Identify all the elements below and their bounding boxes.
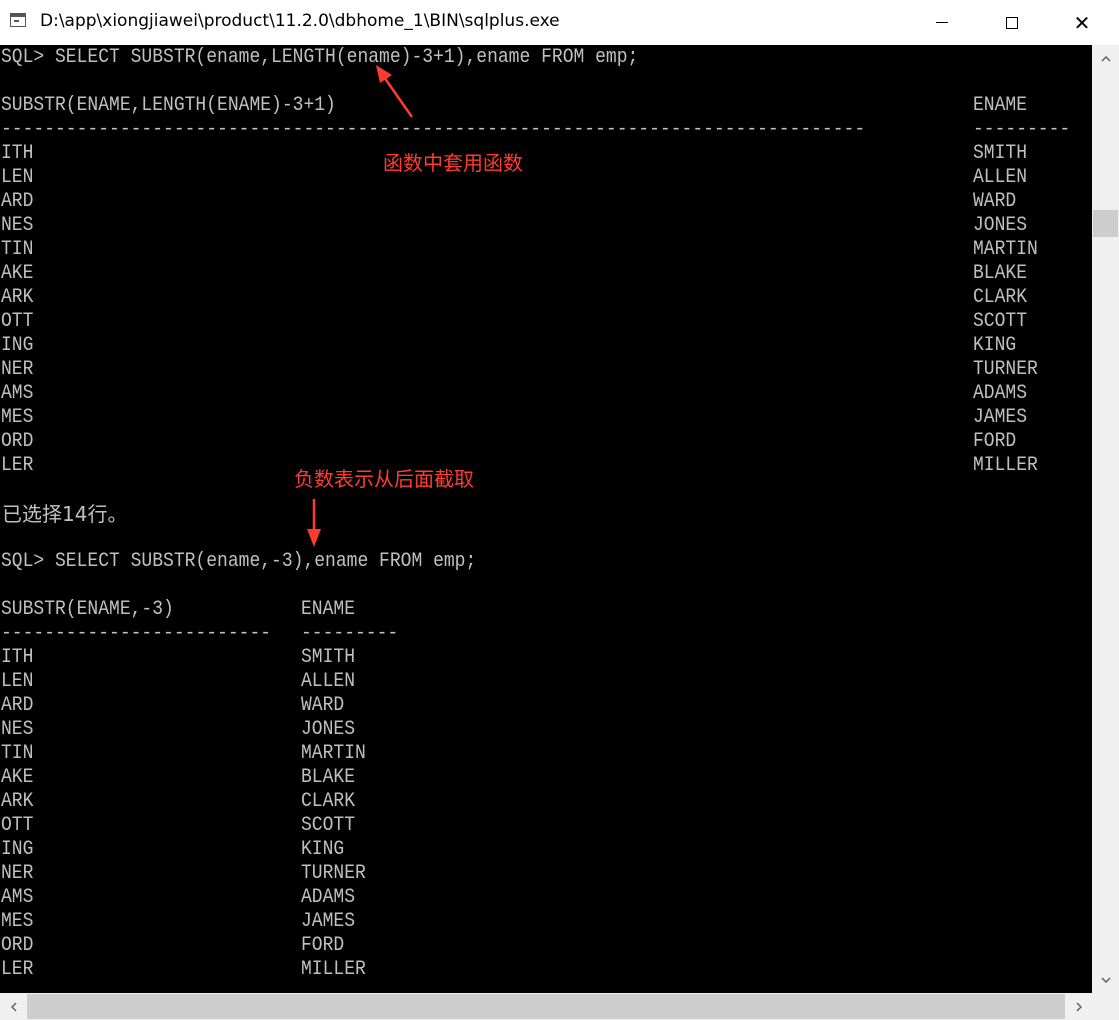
q1-col2-underline: --------- <box>973 118 1071 141</box>
q2-row-substr: LEN <box>1 670 34 693</box>
chevron-left-icon <box>10 1001 17 1012</box>
annotation-arrow-up-icon <box>376 65 414 118</box>
q2-row-substr: MES <box>1 910 34 933</box>
q1-row-ename: CLARK <box>973 286 1028 309</box>
q2-row-ename: JAMES <box>301 910 356 933</box>
q1-row-ename: BLAKE <box>973 262 1028 285</box>
q2-row-ename: TURNER <box>301 862 366 885</box>
q1-row-ename: TURNER <box>973 358 1038 381</box>
console-app-icon <box>10 13 26 27</box>
q2-row-substr: TIN <box>1 742 34 765</box>
q2-row-ename: BLAKE <box>301 766 356 789</box>
q1-row-ename: MILLER <box>973 454 1038 477</box>
q1-row-substr: ITH <box>1 142 34 165</box>
q2-col1-underline: ------------------------- <box>1 622 272 645</box>
vertical-scroll-thumb[interactable] <box>1093 210 1118 237</box>
rows-selected-footer: 已选择14行。 <box>2 502 128 526</box>
q2-row-substr: ORD <box>1 934 34 957</box>
q1-row-substr: ARK <box>1 286 34 309</box>
q2-row-substr: OTT <box>1 814 34 837</box>
chevron-down-icon <box>1100 976 1111 983</box>
q1-row-substr: ING <box>1 334 34 357</box>
q2-col2-underline: --------- <box>301 622 399 645</box>
q2-row-ename: WARD <box>301 694 345 717</box>
q2-row-ename: SMITH <box>301 646 356 669</box>
q2-row-substr: ING <box>1 838 34 861</box>
q2-row-substr: NES <box>1 718 34 741</box>
chevron-right-icon <box>1075 1001 1082 1012</box>
q1-row-substr: ARD <box>1 190 34 213</box>
q1-row-substr: AKE <box>1 262 34 285</box>
annotation-arrow-down-icon <box>307 499 321 547</box>
q1-row-ename: JAMES <box>973 406 1028 429</box>
q2-row-ename: MILLER <box>301 958 366 981</box>
console-output[interactable]: SQL> SELECT SUBSTR(ename,LENGTH(ename)-3… <box>0 45 1092 993</box>
q1-row-ename: MARTIN <box>973 238 1038 261</box>
close-icon: ✕ <box>1073 10 1091 35</box>
q2-row-substr: ARK <box>1 790 34 813</box>
q2-row-ename: FORD <box>301 934 345 957</box>
q2-col1-header: SUBSTR(ENAME,-3) <box>1 598 174 621</box>
scroll-left-button[interactable] <box>0 993 27 1020</box>
annotation-nested-function: 函数中套用函数 <box>383 151 523 175</box>
title-bar[interactable]: D:\app\xiongjiawei\product\11.2.0\dbhome… <box>0 0 1119 45</box>
q1-row-ename: KING <box>973 334 1017 357</box>
window-title: D:\app\xiongjiawei\product\11.2.0\dbhome… <box>40 11 560 31</box>
q1-row-ename: ADAMS <box>973 382 1028 405</box>
q1-col1-header: SUBSTR(ENAME,LENGTH(ENAME)-3+1) <box>1 94 336 117</box>
q1-row-ename: FORD <box>973 430 1017 453</box>
scrollbar-corner <box>1092 993 1119 1020</box>
scroll-up-button[interactable] <box>1092 45 1119 72</box>
q2-col2-header: ENAME <box>301 598 356 621</box>
q2-row-substr: ITH <box>1 646 34 669</box>
q1-row-ename: ALLEN <box>973 166 1028 189</box>
minimize-button[interactable] <box>908 0 976 45</box>
sql-command-2: SQL> SELECT SUBSTR(ename,-3),ename FROM … <box>1 550 477 573</box>
q2-row-ename: MARTIN <box>301 742 366 765</box>
q1-row-substr: LER <box>1 454 34 477</box>
sql-command-1: SQL> SELECT SUBSTR(ename,LENGTH(ename)-3… <box>1 46 639 69</box>
q1-row-substr: NER <box>1 358 34 381</box>
q1-row-ename: SCOTT <box>973 310 1028 333</box>
annotation-negative-index: 负数表示从后面截取 <box>294 467 474 491</box>
q2-row-ename: JONES <box>301 718 356 741</box>
horizontal-scroll-thumb[interactable] <box>27 994 1065 1019</box>
q2-row-ename: SCOTT <box>301 814 356 837</box>
q1-row-substr: AMS <box>1 382 34 405</box>
q1-row-substr: OTT <box>1 310 34 333</box>
q1-row-ename: SMITH <box>973 142 1028 165</box>
q1-row-substr: ORD <box>1 430 34 453</box>
maximize-button[interactable] <box>978 0 1046 45</box>
scroll-right-button[interactable] <box>1065 993 1092 1020</box>
sqlplus-window: D:\app\xiongjiawei\product\11.2.0\dbhome… <box>0 0 1119 1020</box>
q1-row-ename: JONES <box>973 214 1028 237</box>
q2-row-substr: AMS <box>1 886 34 909</box>
close-button[interactable]: ✕ <box>1048 0 1116 45</box>
q2-row-substr: LER <box>1 958 34 981</box>
horizontal-scrollbar[interactable] <box>0 993 1092 1020</box>
vertical-scrollbar[interactable] <box>1092 45 1119 993</box>
minimize-icon <box>936 22 948 23</box>
q2-row-substr: AKE <box>1 766 34 789</box>
q1-row-substr: MES <box>1 406 34 429</box>
q1-row-substr: LEN <box>1 166 34 189</box>
q2-row-ename: KING <box>301 838 345 861</box>
q1-row-ename: WARD <box>973 190 1017 213</box>
q1-col1-underline: ----------------------------------------… <box>1 118 866 141</box>
q2-row-substr: ARD <box>1 694 34 717</box>
q1-row-substr: TIN <box>1 238 34 261</box>
q2-row-substr: NER <box>1 862 34 885</box>
maximize-icon <box>1006 16 1018 29</box>
scroll-down-button[interactable] <box>1092 966 1119 993</box>
q2-row-ename: ADAMS <box>301 886 356 909</box>
q1-col2-header: ENAME <box>973 94 1028 117</box>
chevron-up-icon <box>1100 55 1111 62</box>
q1-row-substr: NES <box>1 214 34 237</box>
q2-row-ename: CLARK <box>301 790 356 813</box>
q2-row-ename: ALLEN <box>301 670 356 693</box>
